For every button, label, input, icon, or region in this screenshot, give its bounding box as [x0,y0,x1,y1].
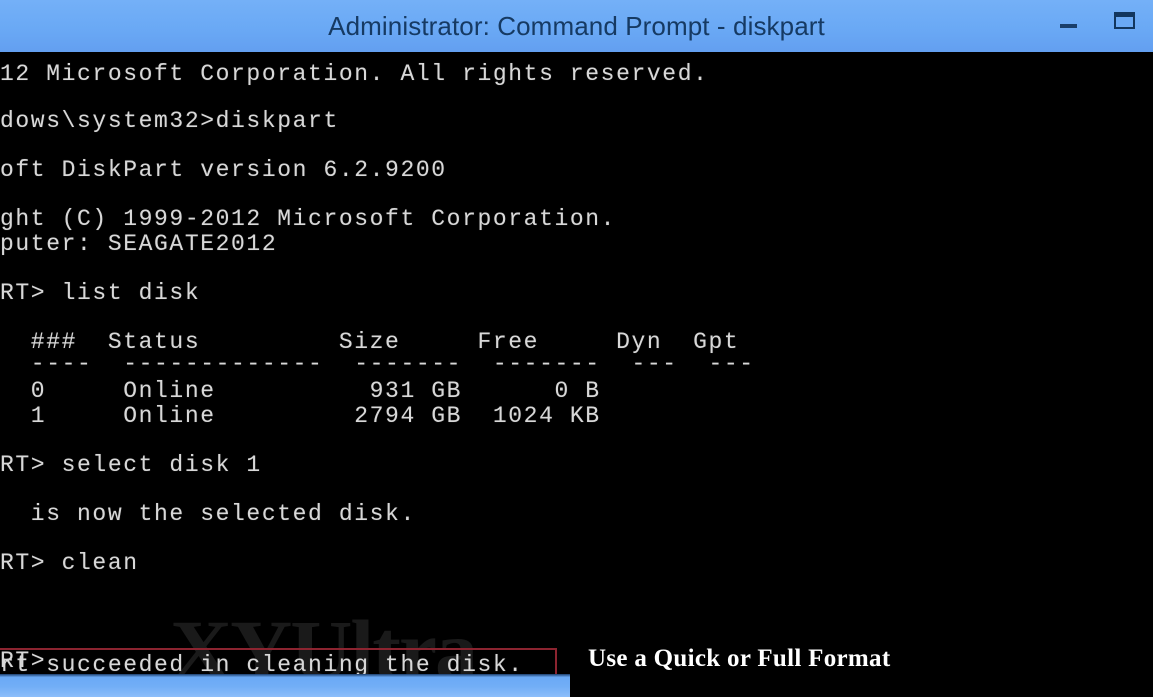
window-title: Administrator: Command Prompt - diskpart [328,11,825,41]
console-prompt: RT> [0,648,47,674]
caption-text: Use a Quick or Full Format [588,645,891,672]
minimize-icon [1059,24,1077,28]
console-line: ght (C) 1999-2012 Microsoft Corporation. [0,206,617,232]
console-line-list-disk: RT> list disk [0,280,201,306]
disk-table-row: 0 Online 931 GB 0 B [0,378,601,404]
maximize-icon [1113,11,1135,29]
window-controls [1053,0,1139,52]
console-line: 12 Microsoft Corporation. All rights res… [0,61,709,87]
terminal-console[interactable]: XYUltra 12 Microsoft Corporation. All ri… [0,52,1153,697]
console-line: oft DiskPart version 6.2.9200 [0,157,447,183]
taskbar[interactable] [0,674,570,697]
minimize-button[interactable] [1053,11,1083,41]
disk-table-rule: ---- ------------- ------- ------- --- -… [0,351,755,377]
screenshot-root: Administrator: Command Prompt - diskpart… [0,0,1153,697]
console-line: dows\system32>diskpart [0,108,339,134]
window-titlebar[interactable]: Administrator: Command Prompt - diskpart [0,0,1153,52]
disk-table-row: 1 Online 2794 GB 1024 KB [0,403,601,429]
console-line: is now the selected disk. [0,501,416,527]
maximize-button[interactable] [1109,5,1139,35]
console-line-clean: RT> clean [0,550,139,576]
console-line-select-disk: RT> select disk 1 [0,452,262,478]
console-line: puter: SEAGATE2012 [0,231,278,257]
